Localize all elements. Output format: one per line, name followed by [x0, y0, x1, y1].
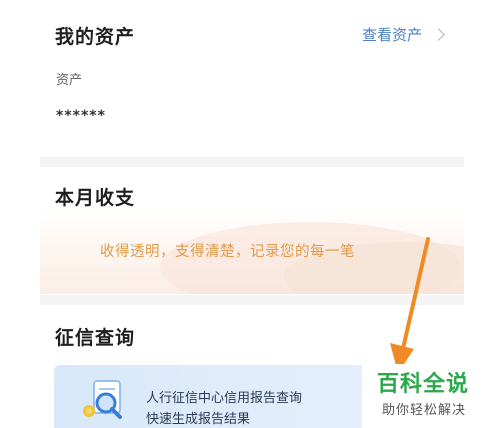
- watermark-slogan: 助你轻松解决: [382, 403, 467, 418]
- view-assets-link[interactable]: 查看资产: [362, 24, 445, 45]
- arrow-annotation: [390, 237, 430, 373]
- left-gutter: [0, 0, 40, 428]
- monthly-section-title: 本月收支: [55, 187, 136, 209]
- assets-page: 我的资产 查看资产 资产 ****** 本月收支 收得透明，支得清楚，记录您的每…: [0, 0, 500, 428]
- credit-section-title: 征信查询: [55, 327, 136, 349]
- watermark-logo: 百科全说: [377, 372, 470, 397]
- section-divider: [40, 157, 464, 167]
- view-assets-label: 查看资产: [362, 26, 423, 44]
- monthly-tagline: 收得透明，支得清楚，记录您的每一笔: [100, 244, 355, 260]
- chevron-right-icon: [432, 28, 445, 41]
- assets-hidden-value[interactable]: ******: [56, 108, 106, 124]
- magnifier-report-icon: [83, 380, 122, 419]
- credit-card-subtitle: 快速生成报告结果: [146, 412, 251, 427]
- assets-label: 资产: [56, 73, 83, 88]
- assets-section-title: 我的资产: [55, 26, 136, 48]
- credit-card-title: 人行征信中心信用报告查询: [146, 391, 303, 406]
